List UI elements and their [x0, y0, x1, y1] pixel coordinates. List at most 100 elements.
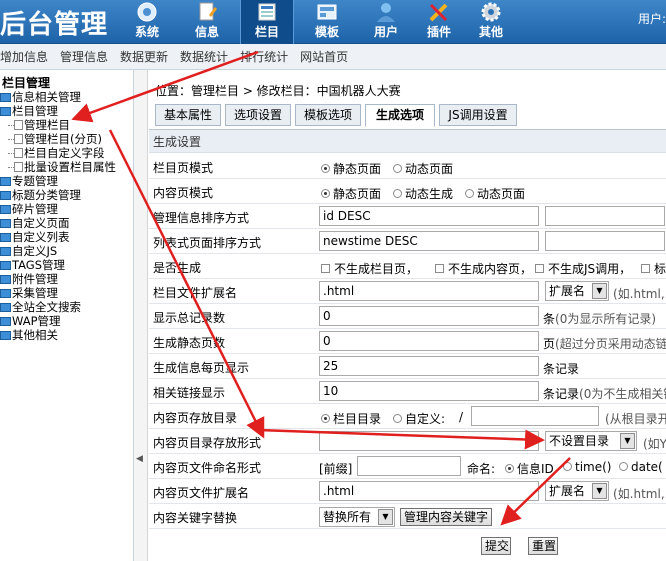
folder-icon [0, 289, 11, 298]
tab-basic[interactable]: 基本属性 [155, 104, 221, 126]
content-ext-input[interactable]: .html [319, 481, 539, 501]
tree-item[interactable]: 管理栏目 [8, 118, 70, 132]
tree-item[interactable]: 专题管理 [0, 174, 58, 188]
tree-item[interactable]: 附件管理 [0, 272, 58, 286]
nav-template[interactable]: 模板 [300, 0, 354, 44]
tree-item[interactable]: 自定义JS [0, 244, 57, 258]
quick-link[interactable]: 数据更新 [120, 44, 168, 69]
top-header: 后台管理 系统 信息 栏目 模板 用户 插件 其他 用户: [0, 0, 666, 44]
list-dynamic-radio[interactable]: 动态页面 [393, 160, 453, 177]
dir-format-select[interactable]: 不设置目录 ▼ [545, 431, 637, 451]
nav-user[interactable]: 用户 [359, 0, 413, 44]
form-row: 列表式页面排序方式 newstime DESC [149, 229, 666, 254]
tab-generate[interactable]: 生成选项 [365, 104, 435, 127]
nav-plugin[interactable]: 插件 [412, 0, 466, 44]
static-pages-input[interactable]: 0 [319, 331, 539, 351]
dir-format-input[interactable] [319, 431, 539, 451]
tree-item[interactable]: 批量设置栏目属性 [8, 160, 116, 174]
folder-icon [0, 261, 11, 270]
tree-item[interactable]: 其他相关 [0, 328, 58, 342]
section-header: 生成设置 [149, 129, 666, 153]
quick-links-bar: 增加信息 管理信息 数据更新 数据统计 排行统计 网站首页 [0, 44, 666, 70]
tree-item[interactable]: 自定义列表 [0, 230, 70, 244]
dropdown-arrow-icon: ▼ [592, 283, 607, 299]
document-icon [199, 2, 217, 21]
collapse-arrow-icon[interactable]: ◀ [136, 454, 143, 464]
tree-item[interactable]: WAP管理 [0, 314, 61, 328]
prefix-input[interactable] [357, 456, 461, 476]
tree-item[interactable]: 采集管理 [0, 286, 58, 300]
folder-icon [0, 275, 11, 284]
nav-label: 栏目 [254, 25, 279, 39]
list-static-radio[interactable]: 静态页面 [321, 160, 381, 177]
quick-link[interactable]: 增加信息 [0, 44, 48, 69]
nav-other[interactable]: 其他 [464, 0, 518, 44]
form-row: 内容页目录存放形式 不设置目录 ▼ (如Y [149, 429, 666, 454]
user-icon [377, 3, 395, 22]
form-row: 内容页模式 静态页面 动态生成 动态页面 [149, 179, 666, 204]
content-dynamic-radio[interactable]: 动态页面 [465, 185, 525, 202]
other-checkbox[interactable]: 标 [641, 260, 666, 277]
breadcrumb: 位置：管理栏目 > 修改栏目：中国机器人大赛 [155, 84, 401, 98]
dir-custom-radio[interactable]: 自定义: [393, 410, 445, 427]
quick-link[interactable]: 网站首页 [300, 44, 348, 69]
nav-info[interactable]: 信息 [180, 0, 234, 44]
tree-item[interactable]: 自定义页面 [0, 216, 70, 230]
tree-item[interactable]: TAGS管理 [0, 258, 65, 272]
tree-item[interactable]: 栏目管理 [0, 104, 58, 118]
name-id-radio[interactable]: 信息ID [505, 460, 554, 477]
quick-link[interactable]: 排行统计 [240, 44, 288, 69]
dir-column-radio[interactable]: 栏目目录 [321, 410, 381, 427]
content-static-radio[interactable]: 静态页面 [321, 185, 381, 202]
list-ext-input[interactable]: .html [319, 281, 539, 301]
folder-icon [0, 317, 11, 326]
list-sort-input[interactable]: newstime DESC [319, 231, 539, 251]
content-ext-select[interactable]: 扩展名 ▼ [545, 481, 609, 501]
tree-item[interactable]: 管理栏目(分页) [8, 132, 102, 146]
page-icon [14, 162, 23, 172]
name-time-radio[interactable]: time() [563, 460, 611, 474]
no-js-checkbox[interactable]: 不生成JS调用， [535, 260, 631, 277]
per-page-input[interactable]: 25 [319, 356, 539, 376]
reset-button[interactable]: 重置 [528, 537, 558, 555]
manage-keywords-button[interactable]: 管理内容关键字 [400, 508, 493, 526]
sidebar-splitter[interactable]: ◀ [134, 70, 148, 561]
name-date-radio[interactable]: date( [619, 460, 663, 474]
related-links-input[interactable]: 10 [319, 381, 539, 401]
tree-item[interactable]: 信息相关管理 [0, 90, 81, 104]
folder-icon [0, 93, 11, 102]
keyword-replace-select[interactable]: 替换所有 ▼ [319, 507, 395, 527]
list-ext-select[interactable]: 扩展名 ▼ [545, 281, 609, 301]
nav-system[interactable]: 系统 [120, 0, 174, 44]
no-list-checkbox[interactable]: 不生成栏目页， [321, 260, 418, 277]
folder-icon [0, 303, 11, 312]
submit-button[interactable]: 提交 [481, 537, 511, 555]
tree-item[interactable]: 全站全文搜索 [0, 300, 81, 314]
form-row: 内容关键字替换 替换所有 ▼ 管理内容关键字 [149, 504, 666, 529]
content-dyngen-radio[interactable]: 动态生成 [393, 185, 453, 202]
manage-sort-select[interactable] [545, 206, 665, 226]
form-row: 内容页存放目录 栏目目录 自定义: / (从根目录开 [149, 404, 666, 429]
page-icon [14, 134, 23, 144]
no-content-checkbox[interactable]: 不生成内容页， [435, 260, 532, 277]
page-icon [14, 120, 23, 130]
manage-sort-input[interactable]: id DESC [319, 206, 539, 226]
tab-js[interactable]: JS调用设置 [439, 104, 517, 126]
sidebar-tree: 栏目管理 信息相关管理 栏目管理 管理栏目 管理栏目(分页) 栏目自定义字段 批… [0, 70, 134, 561]
quick-link[interactable]: 管理信息 [60, 44, 108, 69]
form-row: 生成信息每页显示 25 条记录 [149, 354, 666, 379]
total-records-input[interactable]: 0 [319, 306, 539, 326]
form-row: 显示总记录数 0 条(0为显示所有记录) [149, 304, 666, 329]
form-row: 栏目页模式 静态页面 动态页面 [149, 154, 666, 179]
tab-options[interactable]: 选项设置 [225, 104, 291, 126]
tree-item[interactable]: 标题分类管理 [0, 188, 81, 202]
folder-icon [0, 247, 11, 256]
list-sort-select[interactable] [545, 231, 665, 251]
nav-label: 信息 [194, 25, 219, 39]
quick-link[interactable]: 数据统计 [180, 44, 228, 69]
custom-dir-input[interactable] [471, 406, 599, 426]
nav-column[interactable]: 栏目 [240, 0, 294, 44]
tree-item[interactable]: 碎片管理 [0, 202, 58, 216]
tab-template[interactable]: 模板选项 [295, 104, 361, 126]
tree-item[interactable]: 栏目自定义字段 [8, 146, 105, 160]
